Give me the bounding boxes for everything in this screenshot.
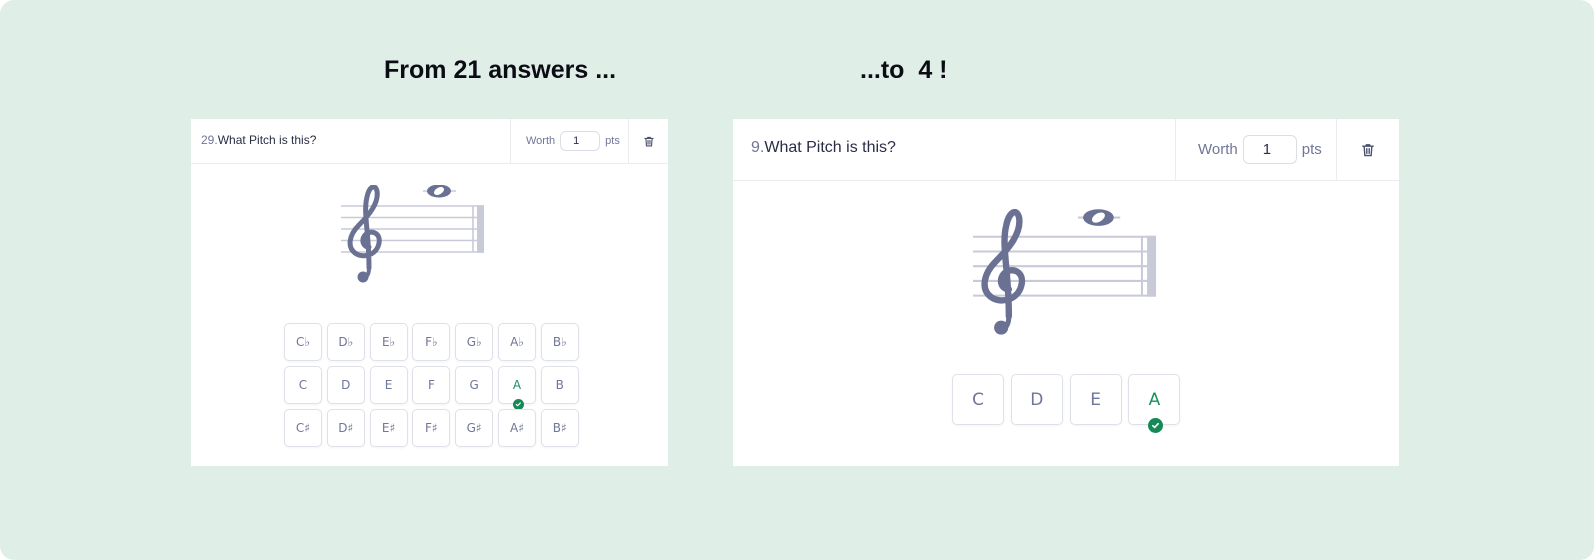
answer-option-label: D♭	[338, 335, 354, 349]
answer-option-label: F♭	[425, 335, 438, 349]
question-header: 9.What Pitch is this? Worth pts	[733, 119, 1399, 181]
answer-option-label: C	[298, 378, 308, 392]
question-text: What Pitch is this?	[764, 139, 896, 156]
answer-option-button[interactable]: E	[369, 366, 408, 404]
answer-option-label: E♯	[381, 421, 396, 435]
answer-option-label: B♭	[552, 335, 567, 349]
answer-option-button[interactable]: A♭	[498, 323, 536, 361]
question-number: 29.	[201, 133, 218, 147]
answer-option-button[interactable]: E	[1069, 374, 1122, 425]
delete-button[interactable]	[628, 119, 668, 163]
answer-option-button[interactable]: D♭	[326, 323, 365, 361]
answer-option-label: G	[469, 378, 479, 392]
answer-option-label: G♭	[466, 335, 482, 349]
check-circle-icon	[1147, 417, 1163, 433]
answer-option-button[interactable]: F♭	[412, 323, 451, 361]
answer-option-label: A♯	[509, 421, 524, 435]
pts-label: pts	[1301, 141, 1322, 158]
answer-option-button[interactable]: F♯	[412, 409, 451, 447]
worth-input[interactable]	[1242, 135, 1297, 164]
worth-section: Worth pts	[1175, 119, 1337, 180]
question-card-after: 9.What Pitch is this? Worth pts	[733, 119, 1399, 466]
answer-option-button[interactable]: B	[540, 366, 579, 404]
question-number: 9.	[751, 139, 765, 156]
answer-option-label: D	[1030, 389, 1044, 410]
trash-icon	[1362, 143, 1374, 156]
worth-label: Worth	[1198, 141, 1238, 158]
answer-option-label: D♯	[338, 421, 354, 435]
answer-option-label: E♭	[381, 335, 396, 349]
answer-option-label: F♯	[425, 421, 438, 435]
answer-option-button[interactable]: F	[412, 366, 451, 404]
answer-option-button[interactable]: A	[498, 366, 536, 410]
promo-frame: From 21 answers ... ...to 4 ! 29.What Pi…	[0, 0, 1594, 560]
answer-option-label: B	[555, 378, 564, 392]
answer-option-label: E	[384, 378, 393, 392]
answer-option-label: A	[512, 378, 522, 392]
left-heading: From 21 answers ...	[384, 56, 617, 84]
answer-option-label: D	[341, 378, 351, 392]
question-title: 29.What Pitch is this?	[201, 133, 316, 147]
whole-note-icon	[427, 185, 451, 198]
answer-option-label: C	[972, 389, 984, 410]
whole-note-icon	[1083, 209, 1114, 226]
answer-option-button[interactable]: A♯	[498, 409, 536, 447]
answer-option-button[interactable]: G♯	[455, 409, 494, 447]
answer-option-label: A♭	[510, 335, 524, 349]
answer-option-label: B♯	[552, 421, 567, 435]
question-header: 29.What Pitch is this? Worth pts	[191, 119, 668, 164]
answer-option-button[interactable]: E♯	[369, 409, 408, 447]
answer-option-button[interactable]: D	[326, 366, 365, 404]
answer-option-label: A	[1148, 389, 1161, 410]
question-card-before: 29.What Pitch is this? Worth pts	[191, 119, 668, 466]
check-circle-icon	[512, 398, 524, 410]
worth-section: Worth pts	[510, 119, 628, 163]
answer-option-button[interactable]: C♭	[284, 323, 322, 361]
treble-clef-icon	[981, 209, 1026, 335]
answer-option-label: F	[427, 378, 435, 392]
answer-option-button[interactable]: A	[1128, 374, 1181, 433]
treble-clef-icon	[347, 185, 382, 283]
answer-option-button[interactable]: C♯	[284, 409, 322, 447]
question-text: What Pitch is this?	[217, 133, 317, 147]
answer-option-button[interactable]: B♭	[540, 323, 579, 361]
worth-input[interactable]	[560, 131, 601, 151]
answer-option-button[interactable]: E♭	[369, 323, 408, 361]
staff-notation	[341, 185, 484, 283]
trash-icon	[643, 136, 654, 147]
worth-label: Worth	[526, 135, 556, 147]
answer-option-button[interactable]: G♭	[455, 323, 494, 361]
answer-option-label: C♯	[295, 421, 311, 435]
delete-button[interactable]	[1336, 119, 1399, 180]
pts-label: pts	[605, 135, 620, 147]
question-title: 9.What Pitch is this?	[751, 139, 896, 157]
answer-option-button[interactable]: C	[284, 366, 322, 404]
answer-option-button[interactable]: G	[455, 366, 494, 404]
answer-option-label: G♯	[466, 421, 482, 435]
answer-option-button[interactable]: D♯	[326, 409, 365, 447]
right-heading: ...to 4 !	[860, 56, 948, 84]
answer-option-button[interactable]: C	[952, 374, 1004, 425]
answer-option-button[interactable]: B♯	[540, 409, 579, 447]
staff-notation	[973, 209, 1157, 335]
answer-option-label: E	[1090, 389, 1101, 410]
answer-option-button[interactable]: D	[1010, 374, 1063, 425]
answer-option-label: C♭	[295, 335, 311, 349]
